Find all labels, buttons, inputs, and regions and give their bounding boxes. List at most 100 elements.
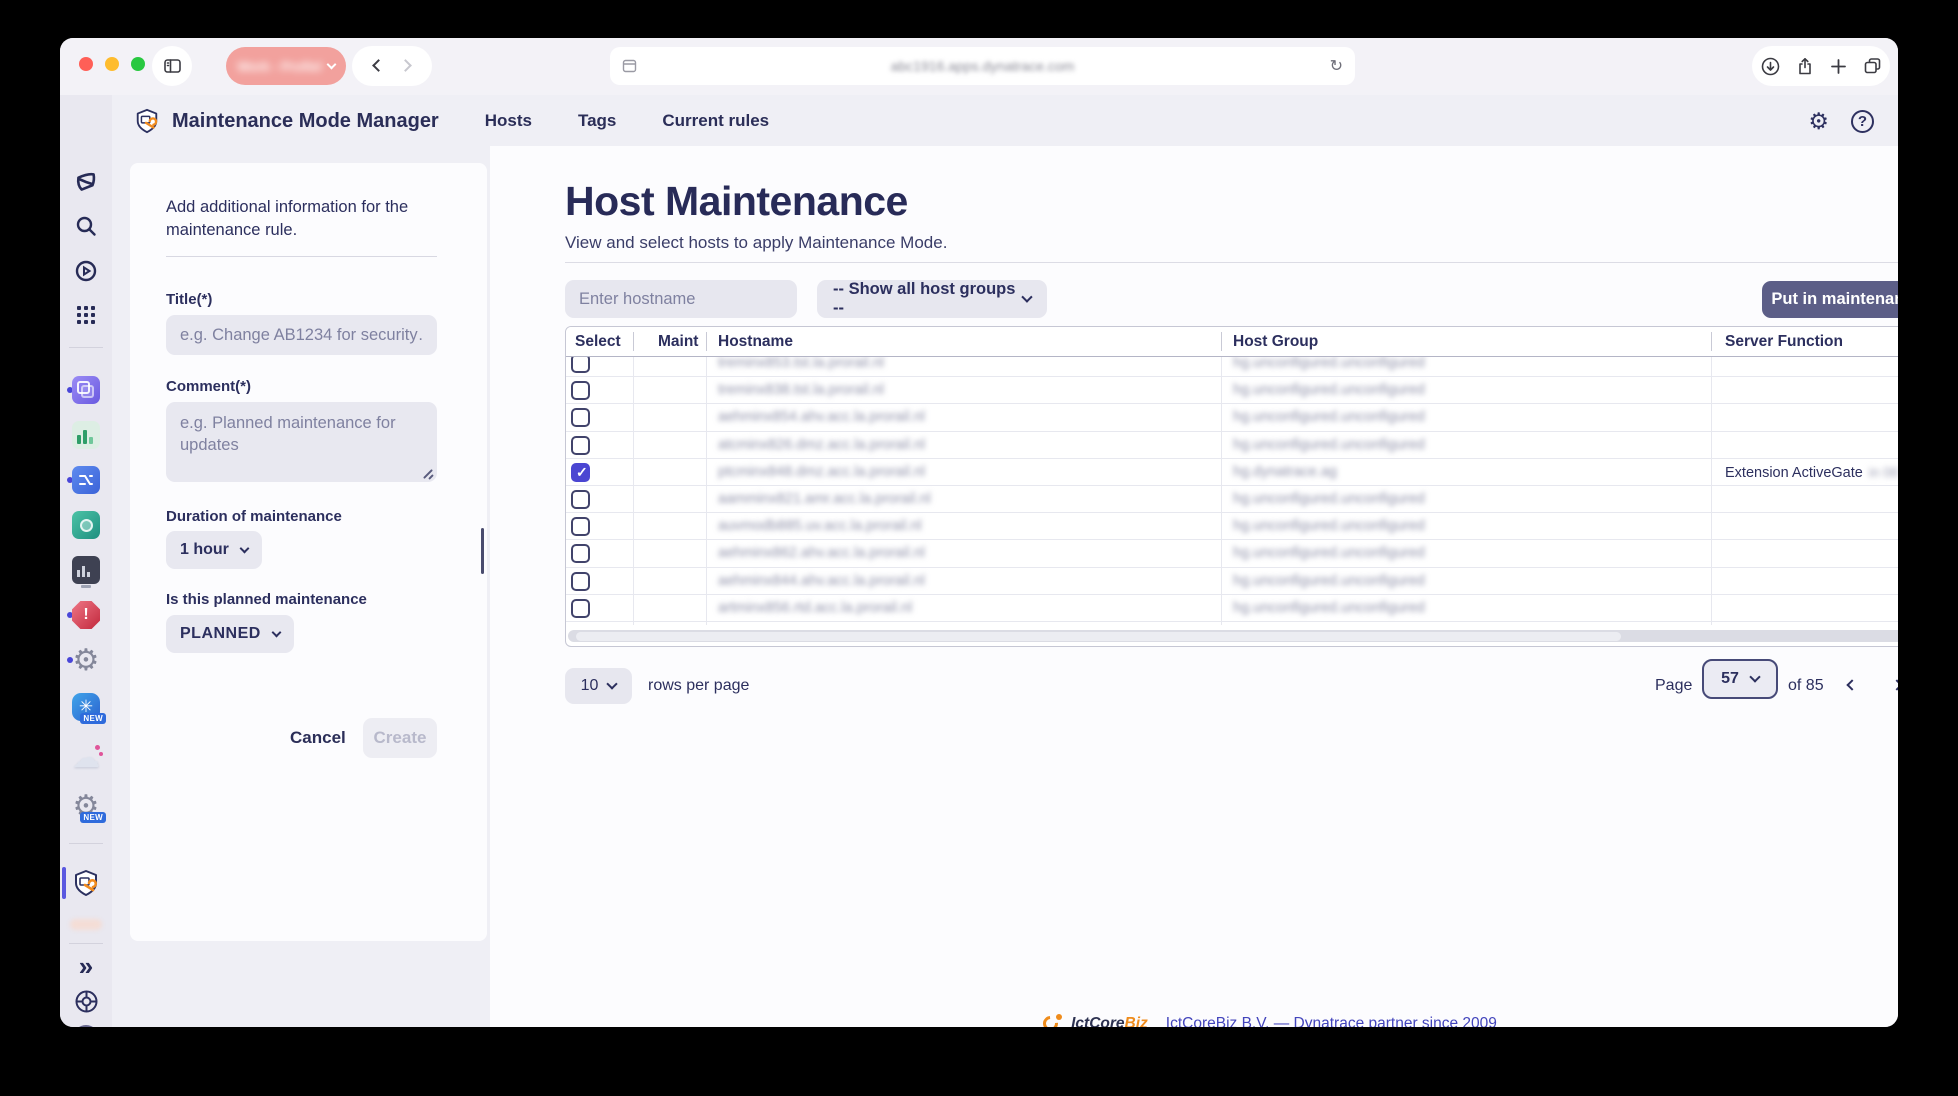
- row-checkbox[interactable]: [571, 599, 590, 618]
- row-checkbox[interactable]: [571, 357, 590, 373]
- row-checkbox[interactable]: [571, 381, 590, 400]
- back-button[interactable]: [374, 57, 383, 75]
- rows-per-page-select[interactable]: 10: [565, 668, 632, 704]
- sidebar-item-clouds-app[interactable]: ☁: [60, 743, 112, 771]
- row-checkbox[interactable]: [571, 408, 590, 427]
- browser-profile-button[interactable]: Work - Profiel: [226, 47, 346, 85]
- horizontal-scrollbar[interactable]: [568, 630, 1898, 642]
- monitor-app-icon: [72, 556, 100, 584]
- duration-select[interactable]: 1 hour: [166, 531, 262, 569]
- sidebar-item-davis-app[interactable]: [60, 511, 112, 539]
- forward-button[interactable]: [401, 57, 410, 75]
- table-row[interactable]: artminx856.rtd.acc.la.prorail.nlhg.uncon…: [566, 595, 1898, 622]
- table-row[interactable]: aehminx862.ahv.acc.la.prorail.nlhg.uncon…: [566, 540, 1898, 567]
- close-window-button[interactable]: [79, 57, 93, 71]
- row-checkbox[interactable]: [571, 463, 590, 482]
- next-page-button[interactable]: [1893, 676, 1898, 694]
- planned-select[interactable]: PLANNED: [166, 615, 294, 653]
- server-function-cell: [1725, 377, 1898, 404]
- row-checkbox[interactable]: [571, 517, 590, 536]
- extensions-gear-icon: ⚙ NEW: [72, 792, 100, 820]
- page-number-select[interactable]: 57: [1702, 659, 1778, 699]
- row-checkbox[interactable]: [571, 572, 590, 591]
- table-row[interactable]: auvmodb885.uv.acc.la.prorail.nlhg.unconf…: [566, 513, 1898, 540]
- sidebar-item-problems-app[interactable]: !: [60, 601, 112, 629]
- table-row[interactable]: treminx838.tst.la.prorail.nlhg.unconfigu…: [566, 377, 1898, 404]
- resize-grip-icon[interactable]: [422, 468, 434, 480]
- redacted-app-icon: [70, 919, 102, 930]
- sidebar-item-dynatrace-home[interactable]: [60, 169, 112, 195]
- sidebar-item-services-app[interactable]: [60, 376, 112, 404]
- browser-sidebar-toggle-button[interactable]: [152, 46, 192, 86]
- table-row[interactable]: treminx853.tst.la.prorail.nlhg.unconfigu…: [566, 357, 1898, 377]
- horizontal-scrollbar-thumb[interactable]: [576, 632, 1621, 641]
- comment-textarea[interactable]: [166, 402, 437, 482]
- planned-value: PLANNED: [180, 625, 261, 643]
- reload-icon[interactable]: ↻: [1330, 56, 1343, 76]
- server-function-cell: [1725, 513, 1898, 540]
- table-row[interactable]: ptcminx848.dmz.acc.la.prorail.nlhg.dynat…: [566, 459, 1898, 486]
- hostname-cell: auvmodb885.uv.acc.la.prorail.nl: [718, 513, 1218, 540]
- create-button[interactable]: Create: [363, 718, 437, 758]
- lifebuoy-icon: [74, 989, 99, 1014]
- put-in-maintenance-button[interactable]: Put in maintenance: [1762, 281, 1898, 318]
- column-maint: Maint: [658, 327, 698, 357]
- sidebar-item-settings-app[interactable]: ⚙: [60, 646, 112, 674]
- previous-page-button[interactable]: [1848, 676, 1856, 694]
- downloads-icon[interactable]: [1761, 57, 1780, 76]
- table-row[interactable]: aamminx821.amr.acc.la.prorail.nlhg.uncon…: [566, 486, 1898, 513]
- hostname-filter-input[interactable]: [565, 280, 797, 318]
- sidebar-item-all-apps[interactable]: [60, 304, 112, 326]
- problems-app-icon: !: [72, 601, 100, 629]
- minimize-window-button[interactable]: [105, 57, 119, 71]
- server-function-cell: [1725, 432, 1898, 459]
- sidebar-expand-button[interactable]: »: [60, 951, 112, 982]
- tab-tags[interactable]: Tags: [578, 111, 616, 131]
- new-tab-icon[interactable]: [1830, 58, 1847, 75]
- table-row[interactable]: aehminx854.ahv.acc.la.prorail.nlhg.uncon…: [566, 404, 1898, 431]
- sidebar-item-charts-app[interactable]: [60, 421, 112, 449]
- sidebar-item-kubernetes-app[interactable]: ✳ NEW: [60, 693, 112, 721]
- sidebar-item-automations[interactable]: [60, 259, 112, 283]
- row-checkbox[interactable]: [571, 490, 590, 509]
- settings-gear-icon[interactable]: ⚙: [1808, 108, 1829, 135]
- tab-hosts[interactable]: Hosts: [485, 111, 532, 131]
- address-bar[interactable]: abc1916.apps.dynatrace.com ↻: [610, 47, 1355, 85]
- tab-overview-icon[interactable]: [1863, 57, 1882, 75]
- host-group-filter-select[interactable]: -- Show all host groups --: [817, 280, 1047, 318]
- apps-grid-icon: [75, 304, 97, 326]
- sidebar-item-redacted-app[interactable]: [60, 919, 112, 930]
- page-number-value: 57: [1721, 670, 1739, 688]
- sidebar-item-search[interactable]: [60, 214, 112, 238]
- cancel-button[interactable]: Cancel: [290, 728, 346, 748]
- help-icon[interactable]: ?: [1851, 110, 1874, 133]
- tab-current-rules[interactable]: Current rules: [662, 111, 769, 131]
- sidebar-item-hosts-monitor-app[interactable]: [60, 556, 112, 584]
- server-function-cell: [1725, 486, 1898, 513]
- footer-partner-link[interactable]: IctCoreBiz B.V. — Dynatrace partner sinc…: [1166, 1015, 1497, 1027]
- sidebar-help-button[interactable]: [60, 989, 112, 1014]
- user-avatar[interactable]: S: [60, 1025, 112, 1027]
- page-subtitle: View and select hosts to apply Maintenan…: [565, 233, 947, 253]
- table-row[interactable]: atcminx826.dmz.acc.la.prorail.nlhg.uncon…: [566, 432, 1898, 459]
- column-host-group: Host Group: [1233, 327, 1318, 357]
- charts-app-icon: [72, 421, 100, 449]
- new-badge: NEW: [80, 812, 106, 823]
- column-hostname: Hostname: [718, 327, 793, 357]
- page-title: Host Maintenance: [565, 178, 908, 225]
- row-checkbox[interactable]: [571, 544, 590, 563]
- host-group-cell: hg.unconfigured.unconfigured: [1233, 595, 1708, 622]
- row-checkbox[interactable]: [571, 436, 590, 455]
- title-input[interactable]: [166, 315, 437, 355]
- sidebar-item-maintenance-mode-app-active[interactable]: [60, 869, 112, 897]
- table-row[interactable]: aehminx844.ahv.acc.la.prorail.nlhg.uncon…: [566, 568, 1898, 595]
- maximize-window-button[interactable]: [131, 57, 145, 71]
- rows-per-page-label: rows per page: [648, 677, 749, 695]
- sidebar-item-extensions-app[interactable]: ⚙ NEW: [60, 792, 112, 820]
- chevron-down-icon: [239, 544, 249, 554]
- duration-field-label: Duration of maintenance: [166, 508, 437, 525]
- sidebar-item-workflows-app[interactable]: [60, 466, 112, 494]
- share-icon[interactable]: [1796, 57, 1814, 76]
- host-group-cell: hg.unconfigured.unconfigured: [1233, 540, 1708, 567]
- form-scrollbar-thumb[interactable]: [481, 528, 484, 574]
